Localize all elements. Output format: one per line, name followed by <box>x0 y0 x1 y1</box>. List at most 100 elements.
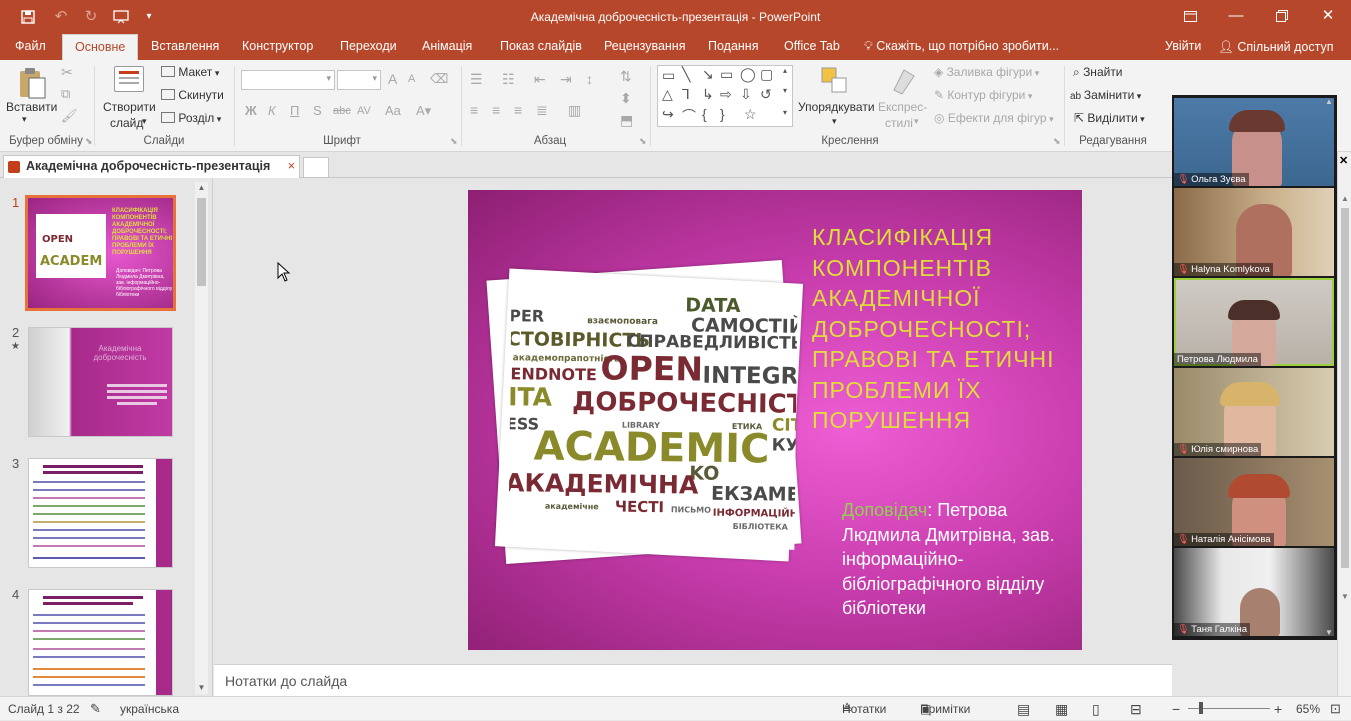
close-icon[interactable]: ✕ <box>1305 0 1351 34</box>
clear-format-icon[interactable]: ⌫ <box>430 71 448 87</box>
share-button[interactable]: 👤︎ Спільний доступ <box>1212 36 1339 58</box>
thumbnails-scrollbar[interactable]: ▲ ▼ <box>195 182 208 694</box>
scroll-up-icon[interactable]: ▲ <box>195 182 208 194</box>
zoom-level[interactable]: 65% <box>1296 697 1320 721</box>
change-case-button[interactable]: Aa <box>385 103 401 118</box>
slide-thumbnail-3[interactable] <box>28 458 173 568</box>
cut-icon[interactable]: ✂ <box>61 64 73 81</box>
triangle-icon[interactable]: △ <box>662 86 673 103</box>
minimize-icon[interactable]: — <box>1213 0 1259 34</box>
undo-icon[interactable]: ↶ <box>48 0 74 34</box>
line-icon[interactable]: ╲ <box>682 66 690 83</box>
paragraph-launcher-icon[interactable]: ⬊ <box>639 136 647 147</box>
char-spacing-icon[interactable]: AV <box>357 105 371 117</box>
slide-editor[interactable]: DATA PER взаємоповага САМОСТІЙН СТОВІРНІ… <box>214 178 1172 664</box>
gallery-more-icon[interactable]: ▾ <box>783 108 787 117</box>
right-arrow-icon[interactable]: ⇨ <box>720 86 732 103</box>
scrollbar-thumb[interactable] <box>197 198 206 286</box>
freeform-icon[interactable]: ↺ <box>760 86 772 103</box>
new-tab-button[interactable] <box>303 157 329 178</box>
layout-button[interactable]: Макет ▾ <box>161 65 219 79</box>
tab-view[interactable]: Подання <box>696 34 770 60</box>
arrange-button[interactable]: Упорядкувати <box>798 100 875 114</box>
text-direction-icon[interactable]: ⇅ <box>620 68 632 85</box>
slideshow-from-start-icon[interactable] <box>108 0 134 34</box>
chevron-down-icon[interactable]: ▾ <box>832 116 837 127</box>
shape-fill-button[interactable]: ◈ Заливка фігури ▾ <box>934 65 1039 79</box>
paste-dropdown-icon[interactable]: ▾ <box>22 114 27 125</box>
new-slide-label-1[interactable]: Створити <box>103 100 156 114</box>
grow-font-icon[interactable]: A <box>388 71 397 87</box>
new-slide-label-2[interactable]: слайд <box>110 116 143 130</box>
numbering-icon[interactable]: ☷ <box>502 71 515 88</box>
bullets-icon[interactable]: ☰ <box>470 71 483 88</box>
tab-design[interactable]: Конструктор <box>230 34 325 60</box>
tab-animations[interactable]: Анімація <box>410 34 484 60</box>
participant-tile[interactable]: 🎙︎ Таня Галкіна <box>1174 548 1334 636</box>
save-icon[interactable] <box>15 0 41 34</box>
textbox-icon[interactable]: ▭ <box>662 67 675 84</box>
gallery-down-icon[interactable]: ▾ <box>783 86 787 95</box>
notes-pane[interactable]: Нотатки до слайда <box>214 664 1172 696</box>
tab-home[interactable]: Основне <box>62 34 139 60</box>
fit-to-window-icon[interactable]: ⊡ <box>1330 697 1341 721</box>
shape-outline-button[interactable]: ✎ Контур фігури ▾ <box>934 88 1032 102</box>
maximize-icon[interactable] <box>1259 0 1305 34</box>
zoom-out-icon[interactable]: − <box>1172 697 1180 721</box>
participant-tile-active-speaker[interactable]: Петрова Людмила <box>1174 278 1334 366</box>
align-center-icon[interactable]: ≡ <box>492 102 500 118</box>
tab-office-tab[interactable]: Office Tab <box>772 34 852 60</box>
zoom-in-icon[interactable]: + <box>1274 697 1282 721</box>
participant-tile[interactable]: 🎙︎ Наталія Анісімова <box>1174 458 1334 546</box>
strikethrough-button[interactable]: abc <box>333 105 351 117</box>
new-slide-icon[interactable] <box>114 66 144 92</box>
increase-indent-icon[interactable]: ⇥ <box>560 71 572 88</box>
gallery-up-icon[interactable]: ▴ <box>783 66 787 75</box>
chevron-down-icon[interactable]: ▾ <box>142 116 147 127</box>
rectangle-icon[interactable]: ▭ <box>720 66 733 83</box>
brace-icon[interactable]: } <box>720 106 725 122</box>
close-icon[interactable]: × <box>288 156 295 177</box>
align-right-icon[interactable]: ≡ <box>514 102 522 118</box>
tab-insert[interactable]: Вставлення <box>139 34 231 60</box>
line-spacing-icon[interactable]: ↕ <box>586 71 593 87</box>
align-left-icon[interactable]: ≡ <box>470 102 478 118</box>
scroll-down-icon[interactable]: ▼ <box>195 682 208 694</box>
tab-file[interactable]: Файл <box>3 34 58 60</box>
scroll-up-icon[interactable]: ▲ <box>1341 194 1349 203</box>
rounded-rect-icon[interactable]: ▢ <box>760 66 773 83</box>
tab-slideshow[interactable]: Показ слайдів <box>488 34 594 60</box>
document-tab[interactable]: Академічна доброчесність-презентація × <box>3 155 300 178</box>
italic-button[interactable]: К <box>268 103 276 118</box>
find-button[interactable]: ⌕ Знайти <box>1073 65 1123 80</box>
slide-thumbnail-4[interactable] <box>28 589 173 696</box>
video-scroll-down-icon[interactable]: ▼ <box>1325 628 1333 637</box>
current-slide[interactable]: DATA PER взаємоповага САМОСТІЙН СТОВІРНІ… <box>468 190 1082 650</box>
right-scrollbar[interactable]: ✕ ▲ ▼ <box>1337 152 1351 696</box>
scrollbar-thumb[interactable] <box>1341 208 1349 568</box>
copy-icon[interactable]: ⧉ <box>61 86 70 102</box>
chevron-down-icon[interactable]: ▾ <box>914 116 919 127</box>
select-button[interactable]: ⇱ Виділити ▾ <box>1074 111 1145 125</box>
paste-button[interactable]: Вставити <box>6 100 57 114</box>
shrink-font-icon[interactable]: A <box>408 73 415 85</box>
oval-icon[interactable]: ◯ <box>740 66 756 83</box>
scroll-down-icon[interactable]: ▼ <box>1341 592 1349 601</box>
participant-tile[interactable]: 🎙︎ Юлія смирнова <box>1174 368 1334 456</box>
clipboard-launcher-icon[interactable]: ⬊ <box>85 136 93 147</box>
font-color-icon[interactable]: A▾ <box>416 103 431 119</box>
slide-sorter-icon[interactable]: ▦ <box>1055 697 1068 721</box>
customize-icon[interactable]: ▾ <box>136 0 162 34</box>
quick-styles-label-1[interactable]: Експрес- <box>878 100 927 114</box>
arrange-icon[interactable] <box>820 66 850 96</box>
slide-thumbnail-2[interactable]: Академічна доброчесність <box>28 327 173 437</box>
curve-icon[interactable]: ↪ <box>662 106 674 123</box>
reading-view-icon[interactable]: ▯ <box>1092 697 1100 721</box>
tab-review[interactable]: Рецензування <box>592 34 697 60</box>
columns-icon[interactable]: ▥ <box>568 102 581 119</box>
smartart-icon[interactable]: ⬒ <box>620 112 633 129</box>
video-scroll-up-icon[interactable]: ▲ <box>1325 97 1333 106</box>
bold-button[interactable]: Ж <box>245 103 257 118</box>
tell-me-box[interactable]: 💡︎ Скажіть, що потрібно зробити... <box>864 34 1059 58</box>
close-panel-icon[interactable]: ✕ <box>1339 154 1348 167</box>
